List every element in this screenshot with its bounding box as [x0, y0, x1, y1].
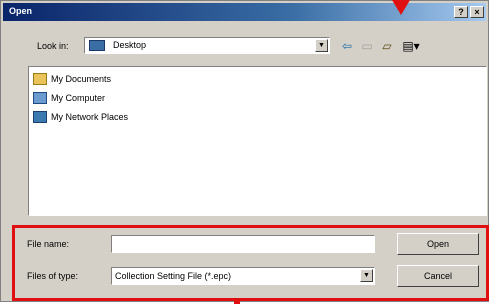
annotation-arrow-icon — [392, 0, 410, 15]
look-in-label: Look in: — [37, 41, 69, 51]
list-item-label: My Network Places — [51, 112, 129, 122]
up-folder-icon[interactable]: ▭ — [359, 38, 375, 54]
list-item[interactable]: My Computer — [33, 90, 105, 106]
folder-icon — [33, 73, 47, 85]
annotation-marker — [234, 298, 240, 304]
new-folder-icon[interactable]: ▱ — [379, 38, 395, 54]
look-in-value: Desktop — [113, 40, 147, 50]
list-item-label: My Documents — [51, 74, 112, 84]
window-title: Open — [9, 6, 33, 16]
network-icon — [33, 111, 47, 123]
chevron-down-icon[interactable]: ▼ — [315, 39, 328, 52]
computer-icon — [33, 92, 47, 104]
title-bar[interactable]: Open ? × — [3, 3, 486, 21]
list-item[interactable]: My Documents — [33, 71, 111, 87]
file-list[interactable]: My Documents My Computer My Network Plac… — [28, 66, 487, 216]
back-icon[interactable]: ⇦ — [339, 38, 355, 54]
list-item-label: My Computer — [51, 93, 106, 103]
views-menu-icon[interactable]: ▤▾ — [400, 38, 422, 54]
annotation-highlight-box — [12, 225, 489, 301]
help-button[interactable]: ? — [454, 6, 468, 18]
close-button[interactable]: × — [470, 6, 484, 18]
list-item[interactable]: My Network Places — [33, 109, 128, 125]
look-in-combo[interactable]: Desktop ▼ — [84, 37, 330, 54]
desktop-icon — [89, 40, 105, 51]
